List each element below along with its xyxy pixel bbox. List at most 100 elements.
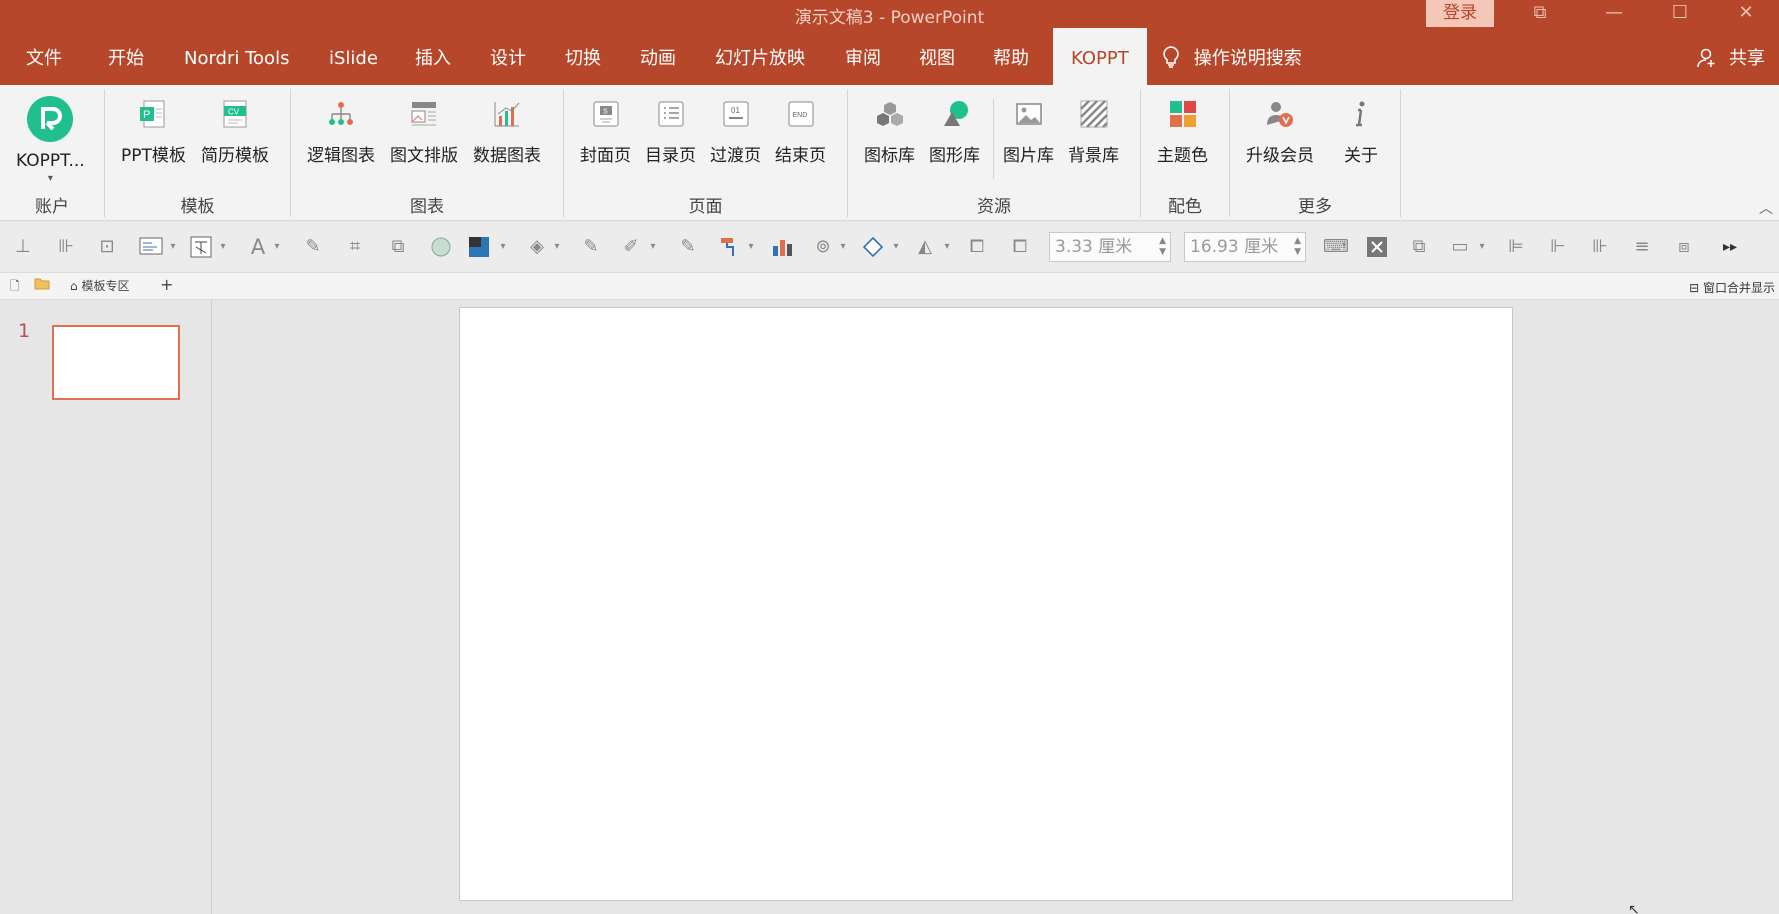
slide-size-dropdown-icon[interactable]: ▾ [1477, 236, 1487, 258]
ellipse-shape-icon[interactable] [430, 236, 452, 258]
new-file-icon[interactable]: 🗋 [10, 277, 20, 298]
transition-page-button[interactable]: 01 过渡页 [710, 99, 761, 166]
tab-insert[interactable]: 插入 [415, 28, 451, 85]
shape-library-button[interactable]: 图形库 [929, 99, 980, 166]
eyedropper-icon[interactable]: ✎ [302, 236, 324, 258]
shape-fill-dropdown-icon[interactable]: ▾ [498, 236, 508, 258]
select-pane-icon[interactable]: ⧉ [1408, 236, 1430, 258]
ppt-template-button[interactable]: P PPT模板 [121, 99, 186, 166]
folder-icon[interactable] [34, 277, 50, 293]
text-box-icon[interactable] [138, 236, 164, 258]
image-text-layout-button[interactable]: 图文排版 [390, 99, 458, 166]
outline-pen-icon[interactable]: ✐ [620, 236, 642, 258]
align-right-icon[interactable]: ⊩ [1547, 236, 1569, 258]
send-backward-icon[interactable]: ⧠ [1009, 236, 1031, 258]
shape-height-input[interactable]: 16.93 厘米 ▲ ▼ [1184, 232, 1306, 262]
tab-help[interactable]: 帮助 [993, 28, 1029, 85]
delete-box-icon[interactable] [1366, 236, 1388, 258]
upgrade-member-button[interactable]: 升级会员 [1246, 99, 1314, 166]
share-button[interactable]: 共享 [1697, 28, 1765, 85]
logic-chart-button[interactable]: 逻辑图表 [307, 99, 375, 166]
format-painter-dropdown-icon[interactable]: ▾ [746, 236, 756, 258]
height-spinner-icon[interactable]: ▲ ▼ [1294, 236, 1301, 258]
data-chart-button[interactable]: 数据图表 [473, 99, 541, 166]
width-spinner-icon[interactable]: ▲ ▼ [1159, 236, 1166, 258]
tab-transitions[interactable]: 切换 [565, 28, 601, 85]
merge-window-toggle[interactable]: ⊟ 窗口合并显示 [1689, 279, 1775, 296]
end-page-button[interactable]: END 结束页 [775, 99, 826, 166]
merge-shapes-icon[interactable]: ⊚ [812, 236, 834, 258]
paint-bucket-dropdown-icon[interactable]: ▾ [552, 236, 562, 258]
window-icon: ⊟ [1689, 281, 1700, 295]
close-button[interactable]: ✕ [1716, 0, 1776, 28]
keyboard-icon[interactable]: ⌨ [1323, 236, 1349, 258]
bring-forward-icon[interactable]: ⧠ [966, 236, 988, 258]
align-center-icon[interactable]: ⊥ [12, 236, 34, 258]
image-library-button[interactable]: 图片库 [1003, 99, 1054, 166]
icon-library-button[interactable]: 图标库 [864, 99, 915, 166]
toc-page-button[interactable]: 目录页 [645, 99, 696, 166]
tab-file[interactable]: 文件 [26, 28, 62, 85]
text-style-icon[interactable] [190, 236, 212, 258]
more-tools-icon[interactable]: ▸▸ [1719, 236, 1741, 258]
about-button[interactable]: 关于 [1344, 99, 1378, 166]
outline-dropdown-icon[interactable]: ▾ [648, 236, 658, 258]
koppt-account-button[interactable]: KOPPT... ▾ [16, 95, 85, 184]
shape-width-input[interactable]: 3.33 厘米 ▲ ▼ [1049, 232, 1171, 262]
slide-canvas[interactable] [459, 307, 1513, 901]
theme-color-button[interactable]: 主题色 [1157, 99, 1208, 166]
shape-fill-icon[interactable] [468, 236, 490, 258]
merge-shapes-dropdown-icon[interactable]: ▾ [838, 236, 848, 258]
cubes-icon [875, 99, 905, 129]
edit-shape-icon[interactable] [861, 236, 884, 258]
minimize-button[interactable]: — [1584, 0, 1644, 28]
format-painter-icon[interactable] [718, 236, 740, 258]
resume-template-button[interactable]: CV 简历模板 [201, 99, 269, 166]
group-pages: S 封面页 目录页 01 过渡页 END 结束页 页面 [564, 89, 848, 217]
tell-me-search[interactable]: 操作说明搜索 [1162, 28, 1302, 85]
paint-bucket-icon[interactable]: ◈ [526, 236, 548, 258]
image-group-icon[interactable]: ⧈ [1673, 236, 1695, 258]
tab-islide[interactable]: iSlide [329, 28, 378, 85]
slide-size-icon[interactable]: ▭ [1449, 236, 1471, 258]
rotate-dropdown-icon[interactable]: ▾ [942, 236, 952, 258]
cover-page-button[interactable]: S 封面页 [580, 99, 631, 166]
collapse-ribbon-icon[interactable]: ︿ [1759, 198, 1773, 218]
group-label-account: 账户 [35, 197, 69, 217]
login-button[interactable]: 登录 [1426, 0, 1494, 27]
distribute-icon[interactable]: ⊪ [55, 236, 77, 258]
text-box-dropdown-icon[interactable]: ▾ [168, 236, 178, 258]
chart-insert-icon[interactable] [771, 236, 793, 258]
crop-icon[interactable]: ⌗ [344, 236, 366, 258]
tab-review[interactable]: 审阅 [845, 28, 881, 85]
distribute-horizontal-icon[interactable]: ⊪ [1589, 236, 1611, 258]
maximize-button[interactable]: ☐ [1650, 0, 1710, 28]
template-zone-label: 模板专区 [81, 279, 130, 293]
background-library-button[interactable]: 背景库 [1068, 99, 1119, 166]
tab-home[interactable]: 开始 [108, 28, 144, 85]
align-left-icon[interactable]: ⊫ [1505, 236, 1527, 258]
edit-shape-dropdown-icon[interactable]: ▾ [891, 236, 901, 258]
distribute-vertical-icon[interactable]: ≡ [1631, 236, 1653, 258]
text-style-dropdown-icon[interactable]: ▾ [218, 236, 228, 258]
tab-design[interactable]: 设计 [490, 28, 526, 85]
outline-eyedropper-icon[interactable]: ✎ [677, 236, 699, 258]
add-tab-button[interactable]: + [160, 275, 173, 294]
tab-view[interactable]: 视图 [919, 28, 955, 85]
font-color-icon[interactable]: A [247, 236, 269, 258]
cv-template-icon: CV [220, 99, 250, 129]
tab-nordri-tools[interactable]: Nordri Tools [184, 28, 289, 85]
tab-koppt[interactable]: KOPPT [1053, 28, 1147, 85]
font-color-dropdown-icon[interactable]: ▾ [272, 236, 282, 258]
tab-slideshow[interactable]: 幻灯片放映 [715, 28, 805, 85]
ribbon-display-options-icon[interactable]: ⧉ [1510, 0, 1570, 28]
template-zone-tab[interactable]: ⌂ 模板专区 [70, 277, 129, 294]
crop-frame-icon[interactable]: ⊡ [96, 236, 118, 258]
tab-animations[interactable]: 动画 [640, 28, 676, 85]
image-replace-icon[interactable]: ⧉ [387, 236, 409, 258]
slide-thumbnail[interactable] [52, 325, 180, 400]
title-bar: 演示文稿3 - PowerPoint 登录 ⧉ — ☐ ✕ [0, 0, 1779, 28]
fill-eyedropper-icon[interactable]: ✎ [580, 236, 602, 258]
upgrade-member-label: 升级会员 [1246, 146, 1314, 166]
rotate-flip-icon[interactable]: ◭ [914, 236, 936, 258]
